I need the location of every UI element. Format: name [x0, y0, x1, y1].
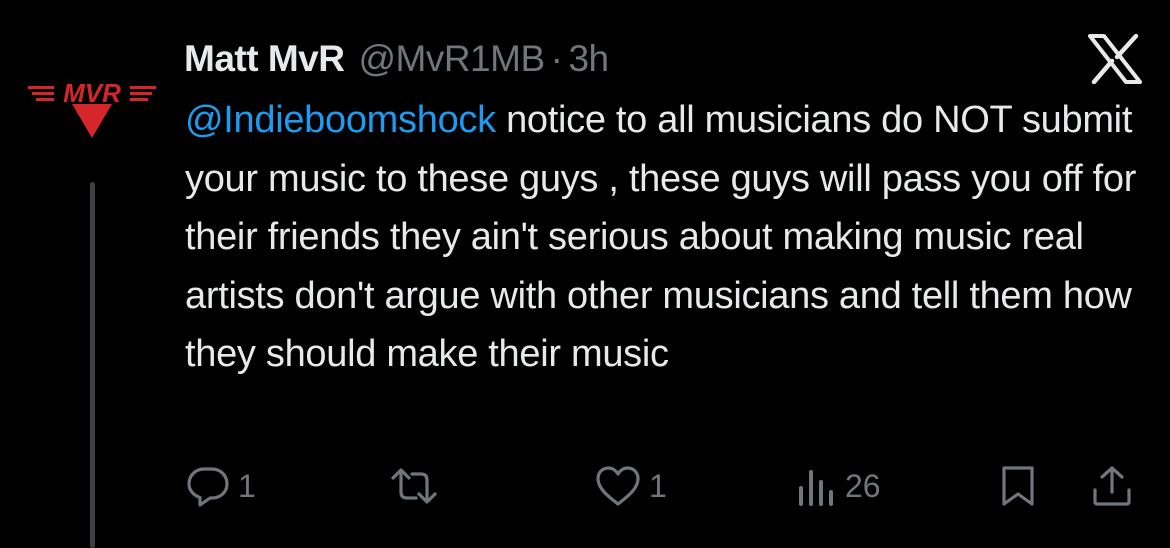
display-name[interactable]: Matt MvR: [184, 38, 345, 80]
reply-count: 1: [238, 467, 256, 504]
views-icon: [799, 470, 833, 506]
avatar-logo-text: MVR: [63, 78, 121, 108]
retweet-icon: [391, 468, 437, 504]
timestamp[interactable]: 3h: [568, 38, 609, 80]
separator-dot: ·: [550, 38, 563, 79]
x-logo-icon: [1088, 33, 1142, 85]
bookmark-icon: [1002, 466, 1034, 506]
view-count: 26: [845, 467, 881, 504]
user-handle[interactable]: @MvR1MB: [358, 38, 545, 80]
tweet-card[interactable]: MVR Matt MvR @MvR1MB · 3h @Indieboomshoc…: [0, 0, 1170, 548]
bookmark-button[interactable]: [1000, 464, 1036, 508]
reply-button[interactable]: 1: [186, 464, 256, 508]
like-button[interactable]: 1: [595, 464, 667, 508]
like-count: 1: [649, 467, 667, 504]
mvr-logo-icon: MVR: [28, 78, 156, 138]
tweet-header: Matt MvR @MvR1MB · 3h: [184, 36, 609, 82]
tweet-text: @Indieboomshock notice to all musicians …: [185, 91, 1145, 384]
share-button[interactable]: [1091, 464, 1133, 508]
retweet-button[interactable]: [390, 464, 446, 508]
share-icon: [1093, 466, 1131, 506]
reply-icon: [187, 467, 229, 507]
avatar[interactable]: MVR: [26, 74, 166, 144]
mention-link[interactable]: @Indieboomshock: [185, 99, 496, 141]
views-button[interactable]: 26: [797, 464, 881, 508]
heart-icon: [596, 466, 640, 506]
thread-line: [90, 182, 95, 548]
